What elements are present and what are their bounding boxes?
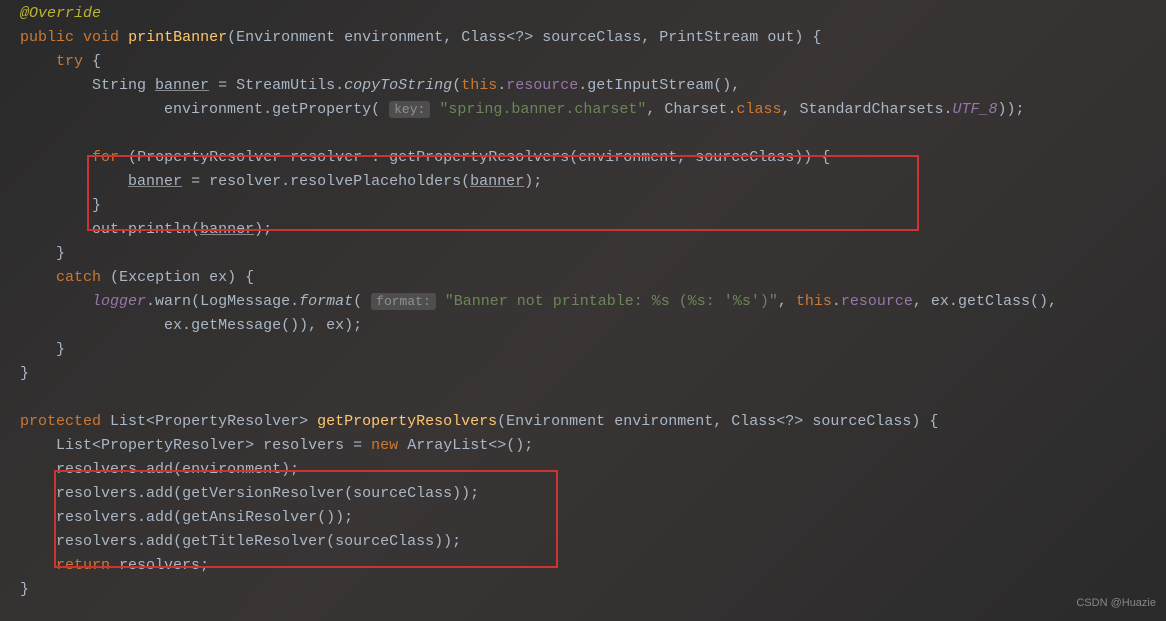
type: PrintStream xyxy=(659,29,758,46)
var-resolvers: resolvers xyxy=(56,509,137,526)
var: environment xyxy=(182,461,281,478)
param: sourceClass xyxy=(812,413,911,430)
method-getansiresolver: getAnsiResolver xyxy=(182,509,317,526)
var-ex: ex xyxy=(209,269,227,286)
var-out: out xyxy=(92,221,119,238)
method-gettitleresolver: getTitleResolver xyxy=(182,533,326,550)
var-resolvers: resolvers xyxy=(119,557,200,574)
method-name: printBanner xyxy=(128,29,227,46)
watermark: CSDN @Huazie xyxy=(1076,591,1156,615)
keyword-new: new xyxy=(371,437,398,454)
type-propertyresolver: PropertyResolver xyxy=(137,149,281,166)
type-list: List xyxy=(56,437,92,454)
method-getproperty: getProperty xyxy=(272,101,371,118)
static-field-utf8: UTF_8 xyxy=(953,101,998,118)
method-add: add xyxy=(146,485,173,502)
method-add: add xyxy=(146,461,173,478)
type-exception: Exception xyxy=(119,269,200,286)
method-copytostring: copyToString xyxy=(344,77,452,94)
keyword-protected: protected xyxy=(20,413,101,430)
param: environment xyxy=(614,413,713,430)
var: environment xyxy=(578,149,677,166)
class-standardcharsets: StandardCharsets xyxy=(799,101,943,118)
annotation: @Override xyxy=(20,5,101,22)
class-streamutils: StreamUtils xyxy=(236,77,335,94)
type: Environment xyxy=(236,29,335,46)
method-resolveplaceholders: resolvePlaceholders xyxy=(290,173,461,190)
keyword-this: this xyxy=(796,293,832,310)
keyword-catch: catch xyxy=(56,269,101,286)
method-println: println xyxy=(128,221,191,238)
keyword-class: class xyxy=(736,101,781,118)
var: sourceClass xyxy=(353,485,452,502)
string-literal: "spring.banner.charset" xyxy=(439,101,646,118)
keyword-void: void xyxy=(83,29,119,46)
method-getversionresolver: getVersionResolver xyxy=(182,485,344,502)
type-propertyresolver: PropertyResolver xyxy=(101,437,245,454)
keyword-public: public xyxy=(20,29,74,46)
type: String xyxy=(92,77,146,94)
keyword-try: try xyxy=(56,53,83,70)
var-resolvers: resolvers xyxy=(56,533,137,550)
method-getmessage: getMessage xyxy=(191,317,281,334)
var-resolvers: resolvers xyxy=(56,461,137,478)
param: environment xyxy=(344,29,443,46)
type-environment: Environment xyxy=(506,413,605,430)
var-resolvers: resolvers xyxy=(263,437,344,454)
var-resolvers: resolvers xyxy=(56,485,137,502)
diamond: <> xyxy=(488,437,506,454)
type-charset: Charset xyxy=(664,101,727,118)
string-literal: "Banner not printable: %s (%s: '%s')" xyxy=(445,293,778,310)
var-banner: banner xyxy=(155,77,209,94)
param-hint: key: xyxy=(389,101,430,118)
method-getpropresolvers: getPropertyResolvers xyxy=(389,149,569,166)
method-getclass: getClass xyxy=(958,293,1030,310)
class-logmessage: LogMessage xyxy=(200,293,290,310)
type: Class xyxy=(461,29,506,46)
method-add: add xyxy=(146,533,173,550)
keyword-for: for xyxy=(92,149,119,166)
field-resource: resource xyxy=(841,293,913,310)
keyword-this: this xyxy=(461,77,497,94)
param: sourceClass xyxy=(542,29,641,46)
var-resolver: resolver xyxy=(209,173,281,190)
paren: ( xyxy=(227,29,236,46)
var-ex: ex xyxy=(931,293,949,310)
method-name: getPropertyResolvers xyxy=(317,413,497,430)
field-resource: resource xyxy=(506,77,578,94)
class-arraylist: ArrayList xyxy=(407,437,488,454)
var-ex: ex xyxy=(326,317,344,334)
var-environment: environment xyxy=(164,101,263,118)
var: sourceClass xyxy=(335,533,434,550)
method-add: add xyxy=(146,509,173,526)
generic: <?> xyxy=(776,413,803,430)
var-banner: banner xyxy=(470,173,524,190)
method-warn: warn xyxy=(155,293,191,310)
param: out xyxy=(767,29,794,46)
method-format: format xyxy=(299,293,353,310)
type-propertyresolver: PropertyResolver xyxy=(155,413,299,430)
code-editor-view[interactable]: @Override public void printBanner(Enviro… xyxy=(20,2,1166,602)
var: sourceClass xyxy=(695,149,794,166)
type-list: List xyxy=(110,413,146,430)
generic: <?> xyxy=(506,29,533,46)
param-hint: format: xyxy=(371,293,436,310)
method-call: getInputStream xyxy=(587,77,713,94)
type-class: Class xyxy=(731,413,776,430)
field-logger: logger xyxy=(92,293,146,310)
var-banner: banner xyxy=(200,221,254,238)
var-resolver: resolver xyxy=(290,149,362,166)
var-ex: ex xyxy=(164,317,182,334)
keyword-return: return xyxy=(56,557,110,574)
var-banner: banner xyxy=(128,173,182,190)
